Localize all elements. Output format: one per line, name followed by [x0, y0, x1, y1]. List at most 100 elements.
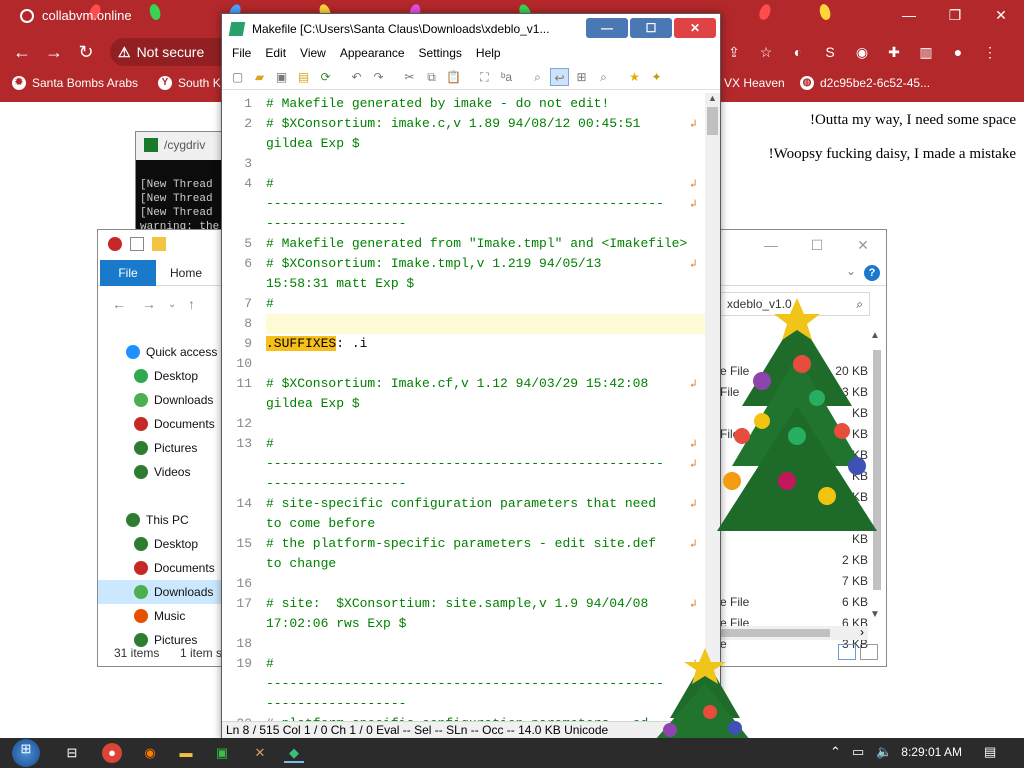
- share-icon[interactable]: ⇪: [724, 42, 744, 62]
- replace-icon[interactable]: ᵇa: [497, 68, 516, 86]
- nav-item[interactable]: Pictures: [98, 436, 222, 460]
- favorites-icon[interactable]: ★: [625, 68, 644, 86]
- tab-home[interactable]: Home: [170, 260, 202, 286]
- close-button[interactable]: ✕: [840, 230, 886, 260]
- chevron-down-icon[interactable]: ⌄: [846, 264, 856, 278]
- file-row[interactable]: e File 6 KB: [720, 592, 868, 613]
- bookmark-item[interactable]: VX Heaven: [724, 76, 785, 90]
- undo-icon[interactable]: ↶: [347, 68, 366, 86]
- nav-item[interactable]: Downloads: [98, 388, 222, 412]
- extension-mask-icon[interactable]: ◉: [852, 42, 872, 62]
- help-icon[interactable]: ?: [864, 265, 880, 281]
- new-file-icon[interactable]: ▢: [228, 68, 247, 86]
- profile-avatar-icon[interactable]: ●: [948, 42, 968, 62]
- cut-icon[interactable]: ✂: [400, 68, 419, 86]
- bookmark-item[interactable]: ✹ Santa Bombs Arabs: [12, 76, 138, 90]
- goto-icon[interactable]: ⌕: [528, 68, 547, 86]
- nav-item[interactable]: Music: [98, 604, 222, 628]
- nav-item[interactable]: Documents: [98, 412, 222, 436]
- task-view-icon[interactable]: ⊟: [62, 743, 82, 763]
- browser-tab[interactable]: collabvm.online: [20, 8, 132, 23]
- file-explorer-icon[interactable]: ▬: [176, 743, 196, 763]
- reload-icon[interactable]: ⟳: [316, 68, 335, 86]
- maximize-button[interactable]: ☐: [794, 230, 840, 260]
- nav-item[interactable]: Videos: [98, 460, 222, 484]
- minimize-button[interactable]: —: [586, 18, 628, 38]
- scroll-thumb[interactable]: [707, 107, 718, 135]
- start-button[interactable]: ⊞: [12, 739, 40, 767]
- scroll-down-icon[interactable]: ▼: [870, 609, 880, 620]
- details-view-icon[interactable]: [838, 644, 856, 660]
- minimize-button[interactable]: —: [886, 4, 932, 28]
- code-view[interactable]: 1 # Makefile generated by imake - do not …: [222, 93, 706, 723]
- add-favorite-icon[interactable]: ✦: [647, 68, 666, 86]
- menu-help[interactable]: Help: [470, 44, 507, 64]
- file-row[interactable]: 2 KB: [720, 550, 868, 571]
- scroll-right-icon[interactable]: ›: [860, 625, 864, 639]
- menu-appearance[interactable]: Appearance: [334, 44, 411, 64]
- horizontal-scrollbar[interactable]: ›: [720, 625, 868, 640]
- nav-item[interactable]: Quick access: [98, 340, 222, 364]
- back-icon[interactable]: ←: [112, 296, 126, 312]
- scroll-up-icon[interactable]: ▲: [708, 93, 717, 103]
- minimize-button[interactable]: —: [748, 230, 794, 260]
- nav-item[interactable]: Documents: [98, 556, 222, 580]
- menu-icon[interactable]: ⋮: [980, 42, 1000, 62]
- reload-icon[interactable]: ↻: [74, 40, 98, 64]
- word-wrap-icon[interactable]: ↩: [550, 67, 569, 86]
- terminal-icon[interactable]: ▣: [212, 743, 232, 763]
- menu-view[interactable]: View: [294, 44, 332, 64]
- menu-edit[interactable]: Edit: [259, 44, 292, 64]
- maximize-button[interactable]: ☐: [630, 18, 672, 38]
- forward-icon[interactable]: →: [42, 40, 66, 64]
- notification-icon[interactable]: ▤: [984, 744, 996, 760]
- firefox-icon[interactable]: ◉: [140, 743, 160, 763]
- bookmark-item[interactable]: ◍ d2c95be2-6c52-45...: [800, 76, 930, 90]
- up-icon[interactable]: ↑: [188, 296, 195, 312]
- back-icon[interactable]: ←: [10, 40, 34, 64]
- extension-s-icon[interactable]: S: [820, 42, 840, 62]
- large-icons-view-icon[interactable]: [860, 644, 878, 660]
- redo-icon[interactable]: ↷: [369, 68, 388, 86]
- file-row[interactable]: 7 KB: [720, 571, 868, 592]
- find-icon[interactable]: ⛶: [475, 68, 494, 86]
- nav-item[interactable]: Desktop: [98, 532, 222, 556]
- sidebar-icon[interactable]: ▥: [916, 42, 936, 62]
- editor-window[interactable]: Makefile [C:\Users\Santa Claus\Downloads…: [221, 13, 721, 740]
- clock[interactable]: 8:29:01 AM: [901, 745, 962, 759]
- chrome-icon[interactable]: ●: [102, 743, 122, 763]
- tab-file[interactable]: File: [100, 260, 156, 286]
- close-button[interactable]: ✕: [674, 18, 716, 38]
- wrap-marker-icon: ↲: [690, 499, 697, 511]
- menu-settings[interactable]: Settings: [413, 44, 468, 64]
- recent-chevron-icon[interactable]: ⌄: [168, 299, 176, 310]
- nav-item[interactable]: Downloads: [98, 580, 222, 604]
- forward-icon[interactable]: →: [142, 296, 156, 312]
- app-x-icon[interactable]: ✕: [250, 743, 270, 763]
- network-icon[interactable]: ▭: [852, 744, 864, 760]
- save-icon[interactable]: ▣: [272, 68, 291, 86]
- properties-icon[interactable]: [130, 237, 144, 251]
- extension-flag-icon[interactable]: ◐: [788, 42, 808, 62]
- new-folder-icon[interactable]: [152, 237, 166, 251]
- puzzle-icon[interactable]: ✚: [884, 42, 904, 62]
- nav-item[interactable]: Desktop: [98, 364, 222, 388]
- bookmark-item[interactable]: Y South K: [158, 76, 221, 90]
- volume-icon[interactable]: 🔈: [876, 744, 892, 760]
- menu-file[interactable]: File: [226, 44, 257, 64]
- zoom-icon[interactable]: ⌕: [594, 68, 613, 86]
- zoom-in-icon[interactable]: ⊞: [572, 68, 591, 86]
- close-button[interactable]: ✕: [978, 4, 1024, 28]
- paste-icon[interactable]: 📋: [444, 68, 463, 86]
- notepad-icon[interactable]: ◆: [284, 743, 304, 763]
- open-folder-icon[interactable]: ▰: [250, 68, 269, 86]
- star-icon[interactable]: ☆: [756, 42, 776, 62]
- scroll-thumb[interactable]: [720, 629, 830, 637]
- tray-chevron-icon[interactable]: ⌃: [830, 744, 841, 760]
- save-as-icon[interactable]: ▤: [294, 68, 313, 86]
- address-bar[interactable]: ⚠ Not secure: [110, 38, 222, 66]
- copy-icon[interactable]: ⧉: [422, 68, 441, 86]
- nav-item[interactable]: This PC: [98, 508, 222, 532]
- maximize-button[interactable]: ❐: [932, 4, 978, 28]
- code-line: to change: [266, 556, 337, 571]
